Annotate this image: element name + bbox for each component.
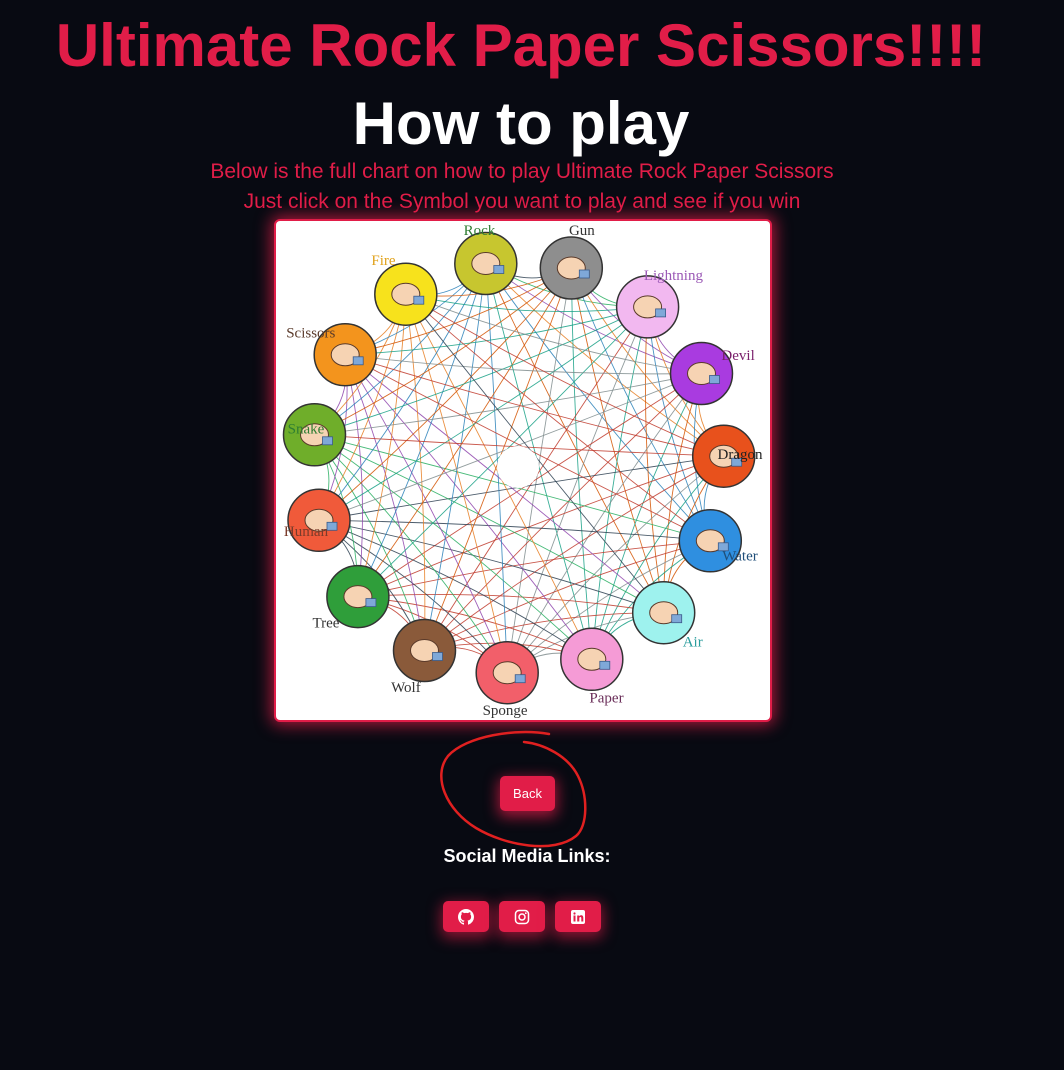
chart-symbol-tree: Tree xyxy=(313,564,390,631)
chart-symbol-label: Paper xyxy=(589,691,623,707)
chart-symbol-label: Devil xyxy=(721,348,754,364)
chart-symbol-label: Tree xyxy=(313,615,340,631)
instructions-line-1: Below is the full chart on how to play U… xyxy=(210,160,834,183)
github-icon xyxy=(458,908,474,925)
chart-symbol-label: Dragon xyxy=(718,447,763,463)
chart-symbol-scissors: Scissors xyxy=(286,323,377,387)
chart-arrow-line xyxy=(405,293,665,613)
chart-symbol-water: Water xyxy=(678,509,758,573)
social-links-heading: Social Media Links: xyxy=(443,846,611,866)
chart-symbol-sponge: Sponge xyxy=(475,640,539,719)
chart-arrow-line xyxy=(357,455,724,598)
chart-symbol-rock: Rock xyxy=(454,223,518,296)
chart-symbol-snake: Snake xyxy=(282,403,347,467)
chart-symbol-label: Fire xyxy=(371,253,396,269)
chart-arrow-line xyxy=(318,267,572,521)
chart-symbol-label: Gun xyxy=(569,223,595,239)
linkedin-icon xyxy=(571,909,585,924)
chart-symbol-human: Human xyxy=(284,488,351,553)
chart-arrow-line xyxy=(424,267,572,651)
github-button[interactable] xyxy=(443,901,489,932)
chart-arrow-line xyxy=(344,354,664,614)
chart-symbol-gun: Gun xyxy=(539,223,604,300)
chart-symbol-label: Rock xyxy=(464,223,496,239)
rules-chart-graphic: Rock Gun Lightning Devil Dragon Water Air Paper… xyxy=(282,223,763,719)
chart-symbol-lightning: Lightning xyxy=(615,268,704,339)
chart-symbol-paper: Paper xyxy=(560,627,624,707)
chart-symbol-air: Air xyxy=(631,580,703,651)
chart-symbol-label: Human xyxy=(284,524,329,540)
instagram-button[interactable] xyxy=(499,901,545,932)
social-links xyxy=(443,901,601,932)
page-title: Ultimate Rock Paper Scissors!!!! xyxy=(55,12,987,79)
chart-symbol-label: Scissors xyxy=(286,326,335,342)
chart-symbol-label: Wolf xyxy=(391,680,421,696)
chart-symbol-devil: Devil xyxy=(669,341,755,406)
chart-arrow-line xyxy=(357,306,648,597)
chart-arrow-line xyxy=(506,306,649,673)
chart-symbol-label: Air xyxy=(683,635,703,651)
linkedin-button[interactable] xyxy=(555,901,601,932)
instructions-line-2: Just click on the Symbol you want to pla… xyxy=(243,190,801,213)
chart-arrow-line xyxy=(318,373,702,521)
chart-symbol-label: Snake xyxy=(288,421,325,437)
back-button[interactable]: Back xyxy=(500,776,555,811)
chart-symbol-dragon: Dragon xyxy=(691,424,763,488)
chart-symbol-label: Water xyxy=(722,549,757,565)
chart-symbol-label: Sponge xyxy=(483,703,528,719)
chart-symbol-label: Lightning xyxy=(644,268,704,284)
instagram-icon xyxy=(514,909,530,924)
how-to-play-heading: How to play xyxy=(352,90,690,157)
chart-center xyxy=(497,446,539,488)
chart-symbol-wolf: Wolf xyxy=(391,618,457,696)
chart-symbol-fire: Fire xyxy=(371,253,438,326)
rules-chart: Rock Gun Lightning Devil Dragon Water Air Paper… xyxy=(274,219,772,722)
